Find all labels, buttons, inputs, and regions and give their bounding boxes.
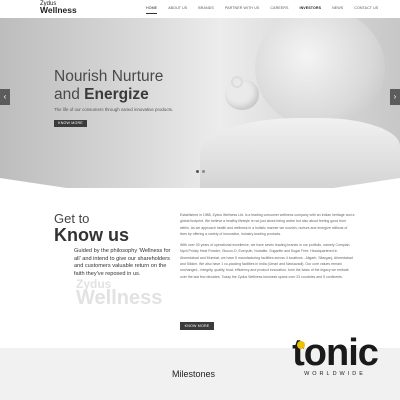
nav-item-careers[interactable]: CAREERS [270,6,288,14]
about-body-text: Established in 1988, Zydus Wellness Ltd.… [180,212,355,285]
nav-item-home[interactable]: HOME [146,6,158,14]
about-paragraph-1: Established in 1988, Zydus Wellness Ltd.… [180,213,355,236]
tonic-dot-icon [297,341,305,349]
slider-dots [196,170,205,173]
milestones-title: Milestones [172,369,216,379]
wellness-watermark: Zydus Wellness [76,278,162,308]
slider-dot-1[interactable] [196,170,199,173]
hero-know-more-button[interactable]: KNOW MORE [54,120,87,127]
about-know-more-button[interactable]: KNOW MORE [180,322,214,330]
nav-item-brands[interactable]: BRANDS [198,6,214,14]
slider-next-button[interactable]: › [390,89,400,105]
nav-item-news[interactable]: NEWS [332,6,343,14]
hero-title-line2-prefix: and [54,86,85,103]
logo-text-bottom: Wellness [40,5,77,15]
slider-dot-2[interactable] [202,170,205,173]
top-nav: Zydus Wellness HOME ABOUT US BRANDS PART… [0,0,400,18]
get-to-text: Get to [54,211,90,226]
tonic-worldwide-logo: tonic WORLDWIDE [280,334,390,378]
hero-title-line2-bold: Energize [84,86,149,103]
nav-item-about-us[interactable]: ABOUT US [168,6,187,14]
watermark-bottom: Wellness [76,287,163,309]
hero-chevron-divider [0,178,400,188]
hero-subtitle: The life of our consumers through varied… [54,107,174,112]
tonic-word: tonic [292,332,379,374]
nav-item-contact-us[interactable]: CONTACT US [354,6,378,14]
know-us-philosophy: Guided by the philosophy 'Wellness for a… [74,248,171,277]
hero-title-line2: and Energize [54,86,163,104]
hero-figure-mudra [231,76,243,88]
slider-prev-button[interactable]: ‹ [0,89,10,105]
main-menu: HOME ABOUT US BRANDS PARTNER WITH US CAR… [146,6,389,14]
nav-item-partner-with-us[interactable]: PARTNER WITH US [225,6,260,14]
nav-item-investors[interactable]: INVESTORS [299,6,321,14]
zydus-wellness-logo[interactable]: Zydus Wellness [40,1,77,15]
know-us-heading: Get to Know us [54,212,129,244]
know-us-text: Know us [54,225,129,245]
chevron-right-icon: › [393,92,397,101]
hero-title: Nourish Nurture and Energize [54,68,163,104]
about-paragraph-2: With over 30 years of operational excell… [180,243,353,279]
hero-slider: Nourish Nurture and Energize The life of… [0,18,400,188]
chevron-left-icon: ‹ [3,92,7,101]
hero-title-line1: Nourish Nurture [54,68,164,85]
